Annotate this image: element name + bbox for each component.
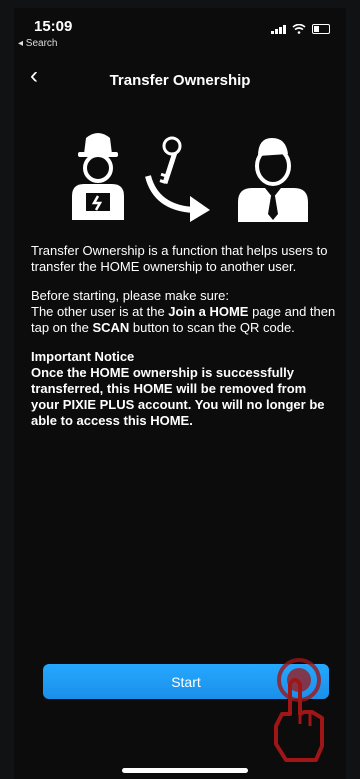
requirements-text-a: The other user is at the <box>31 304 169 319</box>
hand-pointer-icon <box>274 658 324 762</box>
key-icon <box>159 136 182 185</box>
battery-icon <box>312 24 330 34</box>
scan-emphasis: SCAN <box>92 320 130 335</box>
navigation-bar: ‹ Transfer Ownership <box>14 62 346 98</box>
requirements-intro: Before starting, please make sure: <box>31 288 229 303</box>
phone-frame: 15:09 ◂ Search ‹ Transfer Ownership Tran… <box>0 0 360 779</box>
status-icons <box>271 24 330 34</box>
businessman-icon <box>238 138 308 222</box>
curved-arrow-icon <box>145 175 210 222</box>
important-notice-body: Once the HOME ownership is successfully … <box>31 365 325 428</box>
signal-icon <box>271 24 286 34</box>
join-home-emphasis: Join a HOME <box>168 304 249 319</box>
page-title: Transfer Ownership <box>109 72 251 89</box>
wifi-icon <box>292 24 306 34</box>
requirements-text-c: button to scan the QR code. <box>129 320 295 335</box>
requirements-paragraph: Before starting, please make sure: The o… <box>31 288 337 336</box>
back-to-search-link[interactable]: ◂ Search <box>18 38 57 49</box>
instructions-content: Transfer Ownership is a function that he… <box>31 243 337 429</box>
start-button-label: Start <box>171 673 201 690</box>
intro-paragraph: Transfer Ownership is a function that he… <box>31 243 328 274</box>
transfer-illustration <box>72 133 308 222</box>
important-notice-title: Important Notice <box>31 349 135 364</box>
app-screen: 15:09 ◂ Search ‹ Transfer Ownership Tran… <box>14 8 346 779</box>
status-time: 15:09 <box>34 18 73 35</box>
worker-icon <box>72 133 124 220</box>
status-bar: 15:09 ◂ Search <box>14 8 346 52</box>
home-indicator[interactable] <box>122 768 248 773</box>
